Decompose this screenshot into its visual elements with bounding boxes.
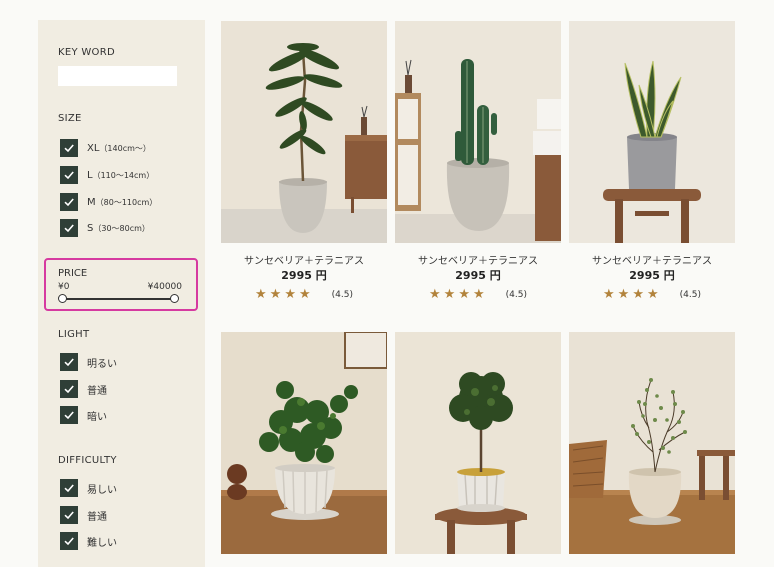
product-price: 2995 円 <box>455 269 501 282</box>
product-rating: ★ ★ ★ ★ (4.5) <box>429 288 527 301</box>
check-icon <box>64 358 74 367</box>
size-option-xl[interactable]: XL（140cm〜） <box>60 139 151 157</box>
product-name[interactable]: サンセベリア＋テラニアス <box>395 252 561 267</box>
checkbox-hard[interactable] <box>60 532 78 550</box>
product-image[interactable] <box>395 332 561 554</box>
size-option-s[interactable]: S（30〜80cm） <box>60 219 150 237</box>
checkbox-normal-light[interactable] <box>60 380 78 398</box>
product-card[interactable]: サンセベリア＋テラニアス 2995 円 ★ ★ ★ ★ (4.5) <box>395 21 561 311</box>
product-price: 2995 円 <box>629 269 675 282</box>
plant-photo <box>395 332 561 554</box>
plant-photo <box>395 21 561 243</box>
check-icon <box>64 144 74 153</box>
size-option-label: M（80〜110cm） <box>87 196 158 208</box>
size-option-label: XL（140cm〜） <box>87 142 151 154</box>
plant-photo <box>569 21 735 243</box>
star-icon: ★ <box>603 287 615 302</box>
product-rating: ★ ★ ★ ★ (4.5) <box>603 288 701 301</box>
light-option-label: 明るい <box>87 358 117 370</box>
light-option-bright[interactable]: 明るい <box>60 353 117 371</box>
size-option-l[interactable]: L（110〜14cm） <box>60 166 154 184</box>
light-label: LIGHT <box>58 329 90 340</box>
checkbox-normal-difficulty[interactable] <box>60 506 78 524</box>
keyword-label: KEY WORD <box>58 47 115 58</box>
plant-photo <box>221 21 387 243</box>
rating-value: (4.5) <box>505 289 527 300</box>
check-icon <box>64 537 74 546</box>
size-option-label: L（110〜14cm） <box>87 169 155 181</box>
price-slider-min-handle[interactable] <box>58 294 67 303</box>
light-option-normal[interactable]: 普通 <box>60 380 107 398</box>
check-icon <box>64 411 74 420</box>
rating-value: (4.5) <box>679 289 701 300</box>
plant-photo <box>221 332 387 554</box>
product-image[interactable] <box>221 21 387 243</box>
star-icon: ★ <box>632 287 644 302</box>
light-option-dark[interactable]: 暗い <box>60 406 107 424</box>
star-icon: ★ <box>443 287 456 302</box>
product-card[interactable]: サンセベリア＋テラニアス 2995 円 ★ ★ ★ ★ (4.5) <box>569 21 735 311</box>
product-card[interactable]: サンセベリア＋テラニアス 2995 円 ★ ★ ★ ★ (4.5) <box>221 21 387 311</box>
star-icon: ★ <box>472 287 485 302</box>
star-icon: ★ <box>646 287 659 302</box>
light-option-label: 普通 <box>87 385 107 397</box>
star-icon: ★ <box>458 287 470 302</box>
star-icon: ★ <box>255 287 267 302</box>
check-icon <box>64 198 74 207</box>
difficulty-option-hard[interactable]: 難しい <box>60 532 117 550</box>
plant-photo <box>569 332 735 554</box>
product-card[interactable] <box>221 332 387 567</box>
product-name[interactable]: サンセベリア＋テラニアス <box>569 252 735 267</box>
checkbox-dark[interactable] <box>60 406 78 424</box>
difficulty-option-easy[interactable]: 易しい <box>60 479 117 497</box>
size-label: SIZE <box>58 113 82 124</box>
checkbox-bright[interactable] <box>60 353 78 371</box>
checkbox-xl[interactable] <box>60 139 78 157</box>
check-icon <box>64 511 74 520</box>
star-icon: ★ <box>298 287 311 302</box>
checkbox-l[interactable] <box>60 166 78 184</box>
difficulty-option-normal[interactable]: 普通 <box>60 506 107 524</box>
product-card[interactable] <box>395 332 561 567</box>
price-max-value: ¥40000 <box>147 282 182 292</box>
check-icon <box>64 385 74 394</box>
price-min-value: ¥0 <box>58 282 70 292</box>
size-option-m[interactable]: M（80〜110cm） <box>60 193 157 211</box>
price-label: PRICE <box>58 268 88 279</box>
price-filter: PRICE ¥0 ¥40000 <box>44 258 198 311</box>
product-name[interactable]: サンセベリア＋テラニアス <box>221 252 387 267</box>
difficulty-label: DIFFICULTY <box>58 455 117 466</box>
star-icon: ★ <box>617 287 630 302</box>
size-option-label: S（30〜80cm） <box>87 222 150 234</box>
price-slider-track[interactable] <box>62 298 175 300</box>
price-slider-max-handle[interactable] <box>170 294 179 303</box>
star-icon: ★ <box>269 287 282 302</box>
checkbox-s[interactable] <box>60 219 78 237</box>
light-option-label: 暗い <box>87 411 107 423</box>
product-price: 2995 円 <box>281 269 327 282</box>
check-icon <box>64 171 74 180</box>
checkbox-easy[interactable] <box>60 479 78 497</box>
product-image[interactable] <box>569 21 735 243</box>
checkbox-m[interactable] <box>60 193 78 211</box>
product-image[interactable] <box>395 21 561 243</box>
difficulty-option-label: 難しい <box>87 537 117 549</box>
difficulty-option-label: 易しい <box>87 484 117 496</box>
check-icon <box>64 484 74 493</box>
star-icon: ★ <box>429 287 441 302</box>
product-rating: ★ ★ ★ ★ (4.5) <box>255 288 353 301</box>
product-image[interactable] <box>221 332 387 554</box>
product-image[interactable] <box>569 332 735 554</box>
rating-value: (4.5) <box>331 289 353 300</box>
product-card[interactable] <box>569 332 735 567</box>
keyword-input[interactable] <box>58 66 177 86</box>
check-icon <box>64 224 74 233</box>
star-icon: ★ <box>284 287 296 302</box>
difficulty-option-label: 普通 <box>87 511 107 523</box>
